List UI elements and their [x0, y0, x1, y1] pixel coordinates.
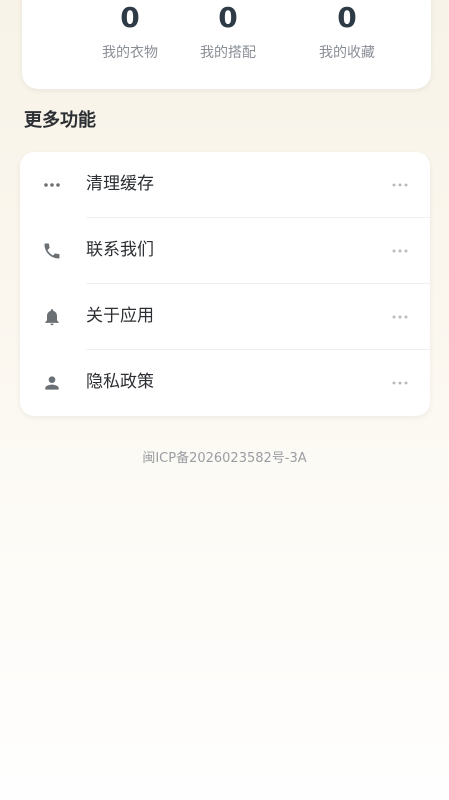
stat-favorites-value: 0: [337, 1, 357, 34]
stat-outfits-label: 我的搭配: [200, 45, 256, 61]
more-dots-icon: [392, 183, 408, 187]
more-dots-icon: [392, 381, 408, 385]
stat-outfits-value: 0: [218, 1, 238, 34]
person-icon: [45, 376, 59, 390]
more-dots-icon: [392, 249, 408, 253]
menu-item-label: 隐私政策: [86, 372, 154, 392]
menu-item-contact-us[interactable]: 联系我们: [20, 218, 430, 284]
menu-item-privacy-policy[interactable]: 隐私政策: [20, 350, 430, 416]
menu-item-clear-cache[interactable]: 清理缓存: [20, 152, 430, 218]
more-dots-icon: [392, 315, 408, 319]
stats-card: 0 我的衣物 0 我的搭配 0 我的收藏: [22, 0, 431, 89]
more-horizontal-icon: [44, 183, 60, 187]
menu-item-label: 关于应用: [86, 306, 154, 326]
stat-favorites-label: 我的收藏: [319, 45, 375, 61]
section-title: 更多功能: [24, 110, 96, 131]
menu-item-label: 清理缓存: [86, 174, 154, 194]
more-functions-menu: 清理缓存 联系我们 关于应用 隐私政策: [20, 152, 430, 416]
icp-footer-link[interactable]: 闽ICP备2026023582号-3A: [0, 450, 449, 468]
menu-item-about-app[interactable]: 关于应用: [20, 284, 430, 350]
menu-item-label: 联系我们: [86, 240, 154, 260]
phone-icon: [44, 243, 60, 259]
bell-icon: [45, 309, 59, 326]
